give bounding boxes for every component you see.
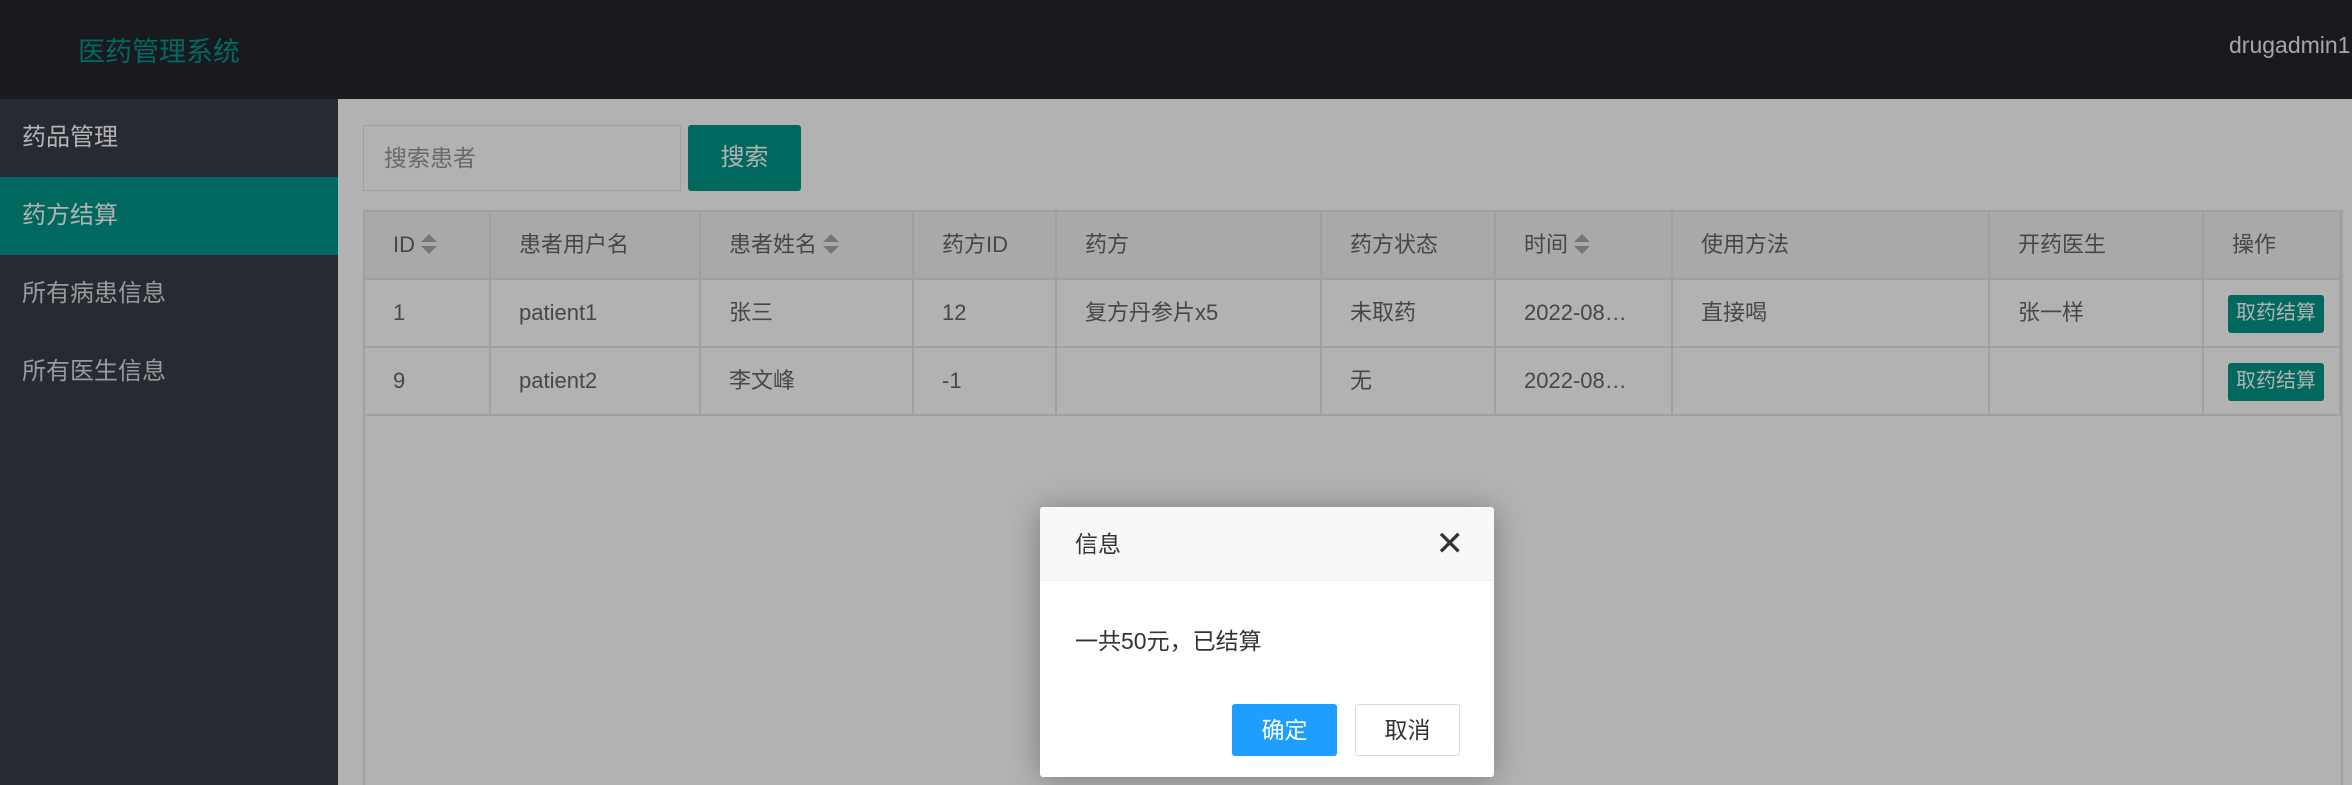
info-dialog: 信息 ✕ 一共50元，已结算 确定 取消	[1040, 507, 1494, 777]
dialog-title: 信息	[1040, 507, 1494, 581]
close-icon[interactable]: ✕	[1436, 527, 1465, 561]
cancel-button[interactable]: 取消	[1355, 704, 1460, 756]
dialog-message: 一共50元，已结算	[1075, 628, 1262, 654]
confirm-button[interactable]: 确定	[1232, 704, 1337, 756]
